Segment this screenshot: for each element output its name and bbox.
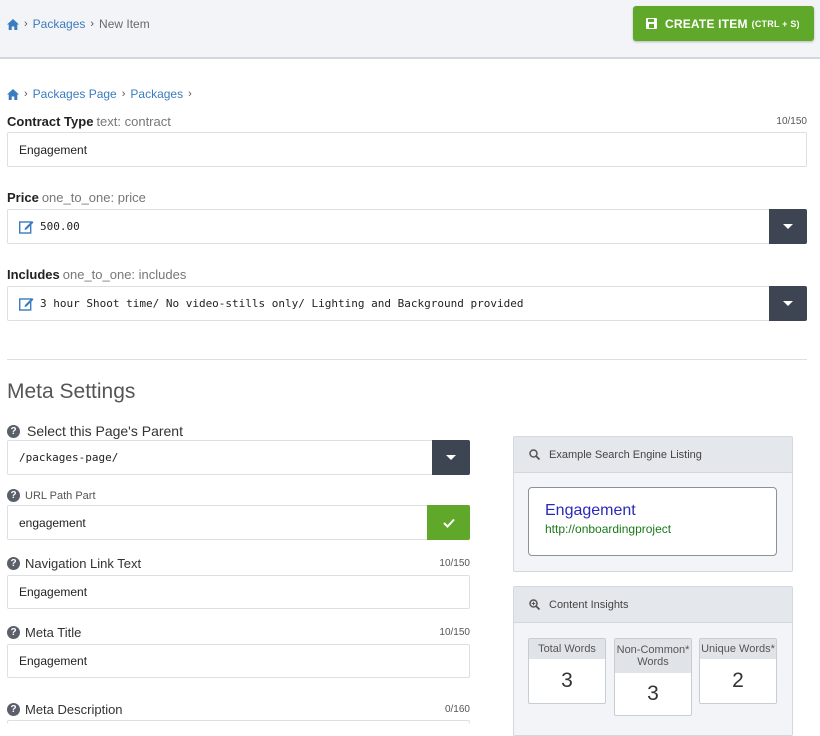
includes-meta: one_to_one: includes (62, 267, 187, 282)
price-select[interactable]: 500.00 (7, 209, 770, 244)
meta-title-value: Engagement (19, 654, 88, 668)
stat-unique-words: Unique Words* 2 (699, 638, 777, 704)
stat-label: Non-Common* Words (615, 639, 691, 673)
seo-listing-page-title: Engagement (545, 502, 636, 519)
price-meta: one_to_one: price (41, 190, 146, 205)
help-icon[interactable]: ? (7, 557, 20, 570)
seo-listing-panel: Example Search Engine Listing Engagement… (513, 436, 793, 572)
stat-total-words: Total Words 3 (528, 638, 606, 704)
meta-description-label-text: Meta Description (25, 702, 123, 717)
breadcrumb-separator: › (24, 18, 28, 30)
seo-listing-title: Example Search Engine Listing (549, 448, 702, 461)
chevron-down-icon (783, 224, 793, 229)
nav-link-label: ? Navigation Link Text (7, 556, 141, 571)
breadcrumb-separator: › (90, 18, 95, 30)
price-label-text: Price (7, 190, 39, 205)
url-path-value: engagement (19, 515, 86, 530)
contract-type-value: Engagement (19, 142, 88, 157)
meta-description-label: ? Meta Description (7, 702, 123, 717)
meta-title-counter: 10/150 (439, 627, 470, 638)
breadcrumb-separator: › (121, 88, 126, 100)
parent-label-text: Select this Page's Parent (27, 423, 183, 439)
includes-label: Includes one_to_one: includes (7, 267, 186, 282)
contract-type-label: Contract Type text: contract (7, 114, 171, 129)
form-breadcrumb: › Packages Page › Packages › (7, 87, 197, 101)
nav-link-value: Engagement (19, 585, 88, 599)
content-insights-title: Content Insights (549, 598, 629, 611)
help-icon[interactable]: ? (7, 703, 20, 716)
price-label: Price one_to_one: price (7, 190, 146, 205)
search-icon (529, 449, 540, 460)
meta-title-label-text: Meta Title (25, 625, 82, 640)
breadcrumb: › Packages › New Item (7, 17, 150, 31)
stat-non-common-words: Non-Common* Words 3 (614, 638, 692, 716)
check-icon (442, 518, 455, 528)
help-icon[interactable]: ? (7, 424, 20, 438)
edit-icon[interactable] (19, 220, 34, 234)
help-icon[interactable]: ? (7, 489, 20, 502)
create-item-button[interactable]: CREATE ITEM (CTRL + S) (633, 6, 814, 41)
save-icon (646, 18, 657, 29)
home-icon[interactable] (7, 18, 19, 30)
url-path-label-text: URL Path Part (25, 489, 96, 502)
parent-select[interactable]: /packages-page/ (7, 440, 433, 475)
content-insights-panel: Content Insights Total Words 3 Non-Commo… (513, 586, 793, 736)
includes-value: 3 hour Shoot time/ No video-stills only/… (40, 297, 524, 310)
stat-label: Total Words (529, 639, 605, 659)
meta-description-counter: 0/160 (444, 704, 470, 715)
create-item-shortcut: (CTRL + S) (751, 18, 800, 29)
nav-link-input[interactable]: Engagement (7, 575, 470, 609)
parent-value: /packages-page/ (19, 451, 119, 464)
top-bar: › Packages › New Item CREATE ITEM (CTRL … (0, 0, 820, 59)
url-path-label: ? URL Path Part (7, 489, 96, 502)
contract-type-input[interactable]: Engagement (7, 132, 807, 167)
create-item-label: CREATE ITEM (665, 16, 748, 31)
nav-link-label-text: Navigation Link Text (25, 556, 142, 571)
meta-settings-title: Meta Settings (7, 380, 136, 403)
stat-value: 2 (732, 669, 744, 692)
seo-listing-header: Example Search Engine Listing (514, 437, 792, 473)
chevron-down-icon (446, 455, 456, 460)
contract-type-meta: text: contract (96, 114, 171, 129)
price-dropdown-button[interactable] (769, 209, 807, 244)
meta-title-label: ? Meta Title (7, 625, 81, 640)
breadcrumb-current: New Item (99, 17, 150, 31)
zoom-in-icon (529, 599, 540, 610)
meta-title-input[interactable]: Engagement (7, 644, 470, 678)
nav-link-counter: 10/150 (439, 558, 470, 569)
includes-label-text: Includes (7, 267, 60, 282)
breadcrumb-packages-page-link[interactable]: Packages Page (33, 87, 117, 101)
stat-value: 3 (647, 682, 659, 705)
parent-label: ? Select this Page's Parent (7, 423, 183, 439)
stat-label: Unique Words* (700, 639, 776, 659)
home-icon[interactable] (7, 88, 19, 100)
url-path-confirm-button[interactable] (427, 505, 470, 540)
section-divider (7, 359, 807, 360)
edit-icon[interactable] (19, 297, 34, 311)
seo-listing-preview: Engagement http://onboardingproject (528, 487, 777, 556)
includes-dropdown-button[interactable] (769, 286, 807, 321)
breadcrumb-separator: › (188, 88, 192, 100)
contract-type-counter: 10/150 (776, 116, 807, 127)
breadcrumb-packages-link[interactable]: Packages (130, 87, 183, 101)
chevron-down-icon (783, 301, 793, 306)
seo-listing-url: http://onboardingproject (545, 522, 672, 536)
contract-type-label-text: Contract Type (7, 114, 94, 129)
price-value: 500.00 (40, 220, 80, 233)
stat-value: 3 (561, 669, 573, 692)
breadcrumb-separator: › (24, 88, 28, 100)
content-insights-header: Content Insights (514, 587, 792, 623)
url-path-input[interactable]: engagement (7, 505, 428, 540)
includes-select[interactable]: 3 hour Shoot time/ No video-stills only/… (7, 286, 770, 321)
parent-dropdown-button[interactable] (432, 440, 470, 475)
help-icon[interactable]: ? (7, 626, 20, 639)
meta-description-input[interactable] (7, 720, 470, 724)
breadcrumb-packages-link[interactable]: Packages (33, 17, 86, 31)
